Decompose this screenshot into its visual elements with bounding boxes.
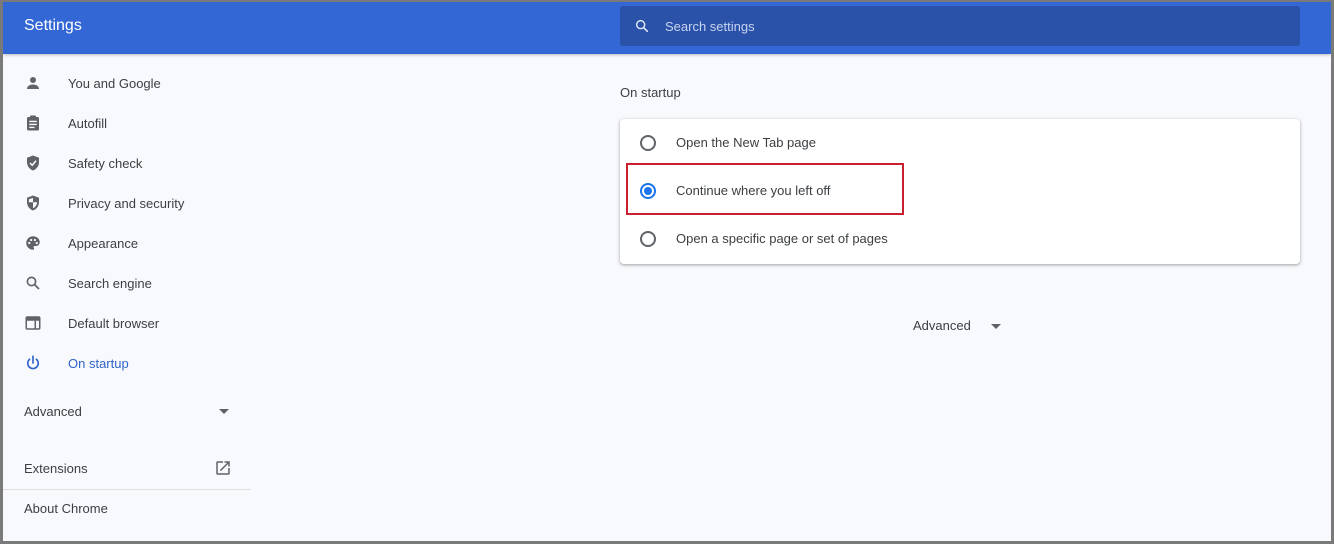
sidebar-item-search-engine[interactable]: Search engine bbox=[3, 263, 253, 303]
sidebar-item-extensions[interactable]: Extensions bbox=[3, 448, 253, 488]
extensions-label: Extensions bbox=[24, 460, 88, 476]
radio-label: Open a specific page or set of pages bbox=[676, 231, 888, 246]
settings-window: Settings You and Google bbox=[3, 2, 1331, 541]
sidebar-item-appearance[interactable]: Appearance bbox=[3, 223, 253, 263]
sidebar-item-label: You and Google bbox=[68, 75, 161, 91]
sidebar-item-about-chrome[interactable]: About Chrome bbox=[3, 488, 253, 528]
sidebar-item-label: Privacy and security bbox=[68, 195, 185, 211]
sidebar-item-on-startup[interactable]: On startup bbox=[3, 343, 253, 383]
power-icon bbox=[27, 355, 39, 370]
advanced-label: Advanced bbox=[24, 403, 82, 419]
sidebar-item-label: Appearance bbox=[68, 235, 139, 251]
search-box[interactable] bbox=[620, 6, 1300, 46]
sidebar-advanced-toggle[interactable]: Advanced bbox=[3, 391, 253, 431]
sidebar-item-privacy-and-security[interactable]: Privacy and security bbox=[3, 183, 253, 223]
shield-check-icon bbox=[27, 155, 39, 171]
caret-down-icon[interactable] bbox=[991, 324, 1001, 329]
search-icon bbox=[26, 276, 40, 290]
palette-icon bbox=[26, 236, 40, 250]
highlight-annotation-box bbox=[626, 163, 904, 215]
sidebar-item-label: Safety check bbox=[68, 155, 143, 171]
sidebar-item-default-browser[interactable]: Default browser bbox=[3, 303, 253, 343]
startup-options-card: Open the New Tab page Continue where you… bbox=[620, 119, 1300, 264]
sidebar-item-autofill[interactable]: Autofill bbox=[3, 103, 253, 143]
sidebar-item-label: Search engine bbox=[68, 275, 152, 291]
search-icon bbox=[635, 19, 649, 33]
sidebar-item-label: On startup bbox=[68, 355, 129, 371]
section-title: On startup bbox=[620, 85, 681, 100]
open-in-new-icon bbox=[216, 461, 230, 475]
header-bar: Settings bbox=[3, 2, 1331, 54]
sidebar-item-label: Default browser bbox=[68, 315, 160, 331]
sidebar: You and Google Autofill Safety check Pri… bbox=[3, 54, 253, 541]
browser-window-icon bbox=[25, 316, 41, 330]
about-chrome-label: About Chrome bbox=[24, 500, 108, 516]
radio-option-specific-pages[interactable]: Open a specific page or set of pages bbox=[620, 215, 1300, 263]
advanced-toggle[interactable]: Advanced bbox=[913, 318, 971, 333]
sidebar-item-you-and-google[interactable]: You and Google bbox=[3, 63, 253, 103]
radio-label: Open the New Tab page bbox=[676, 135, 816, 150]
radio-option-new-tab[interactable]: Open the New Tab page bbox=[620, 119, 1300, 167]
person-icon bbox=[27, 77, 39, 89]
page-title: Settings bbox=[24, 17, 82, 34]
sidebar-item-label: Autofill bbox=[68, 115, 108, 131]
shield-half-icon bbox=[27, 195, 39, 211]
radio-button[interactable] bbox=[640, 231, 656, 247]
radio-button[interactable] bbox=[640, 135, 656, 151]
search-input[interactable] bbox=[665, 6, 1265, 46]
caret-down-icon bbox=[219, 409, 229, 414]
sidebar-item-safety-check[interactable]: Safety check bbox=[3, 143, 253, 183]
clipboard-icon bbox=[27, 115, 39, 131]
